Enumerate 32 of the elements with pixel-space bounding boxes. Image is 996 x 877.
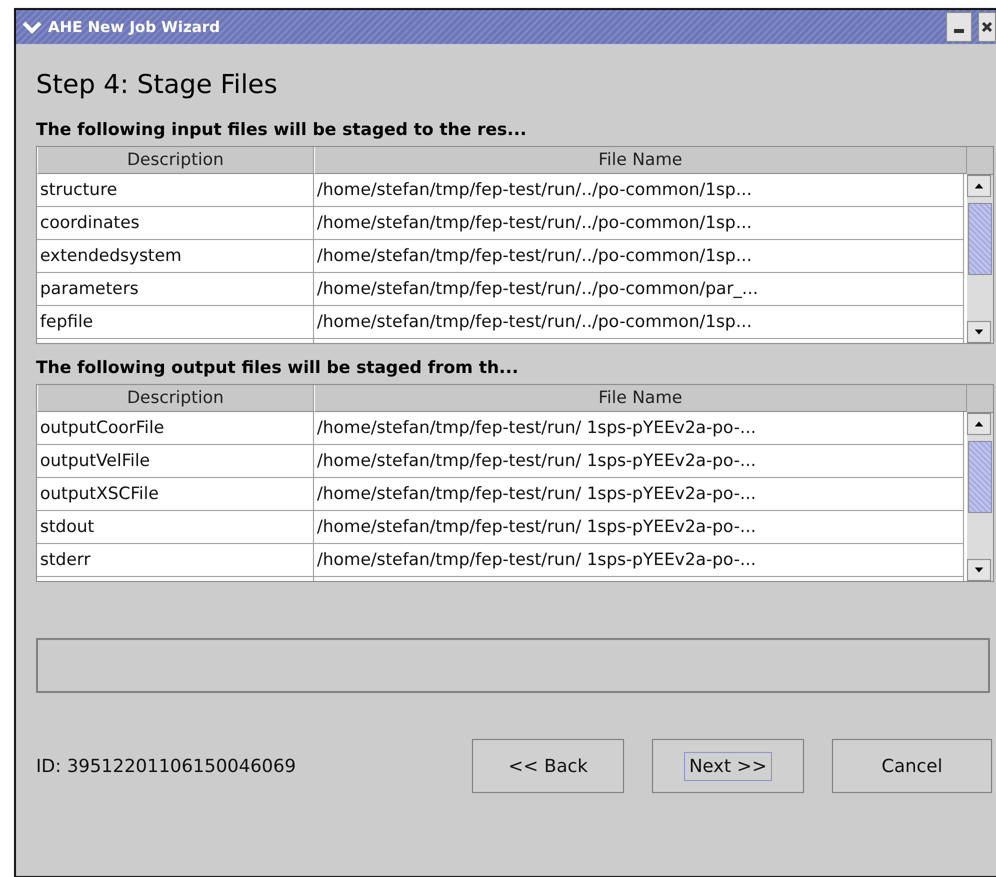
column-header[interactable]: Description	[37, 385, 314, 412]
table-cell: /home/stefan/tmp/fep-test/run/../po-common/1sp...	[314, 240, 964, 273]
table-cell: /home/stefan/tmp/fep-test/run/ 1sps-pYEEv2a-po-...	[314, 544, 964, 577]
column-header[interactable]: File Name	[314, 147, 967, 174]
table-cell: /home/stefan/tmp/fep-test/run/ 1sps-pYEEv2a-po-...	[314, 478, 964, 511]
table-cell: structure	[37, 174, 314, 207]
column-header[interactable]: Description	[37, 147, 314, 174]
table-cell: coordinates	[37, 207, 314, 240]
table-cell: /home/stefan/tmp/fep-test/run/ 1sps-pYEEv2a-po-...	[314, 511, 964, 544]
wizard-button[interactable]: Next >>	[652, 739, 804, 793]
table-cell: /home/stefan/tmp/fep-test/run/../po-common/1sp...	[314, 207, 964, 240]
table-cell: outputCoorFile	[37, 412, 314, 445]
table-cell: stderr	[37, 544, 314, 577]
table-cell: /home/stefan/tmp/fep-test/run/../po-common/1sp...	[314, 306, 964, 339]
table-cell: stdout	[37, 511, 314, 544]
table-cell: /home/stefan/tmp/fep-test/run/../po-common/1sp...	[314, 174, 964, 207]
section-label: The following output files will be staged from th...	[36, 358, 520, 380]
table-cell: extendedsystem	[37, 240, 314, 273]
step-heading: Step 4: Stage Files	[36, 70, 278, 102]
table-cell: outputVelFile	[37, 445, 314, 478]
window-title: AHE New Job Wizard	[48, 18, 220, 36]
table-cell: /home/stefan/tmp/fep-test/run/../po-common/par_...	[314, 273, 964, 306]
section-label: The following input files will be staged to the res...	[36, 120, 528, 142]
table-cell: /home/stefan/tmp/fep-test/run/ 1sps-pYEEv2a-po-...	[314, 412, 964, 445]
wizard-button[interactable]: << Back	[472, 739, 624, 793]
wizard-button[interactable]: Cancel	[832, 739, 992, 793]
column-header[interactable]: File Name	[314, 385, 967, 412]
table-cell: /home/stefan/tmp/fep-test/run/ 1sps-pYEEv2a-po-...	[314, 445, 964, 478]
table-cell: parameters	[37, 273, 314, 306]
table-cell: outputXSCFile	[37, 478, 314, 511]
job-id-label: ID: 39512201106150046069	[36, 756, 296, 776]
table-cell: fepfile	[37, 306, 314, 339]
